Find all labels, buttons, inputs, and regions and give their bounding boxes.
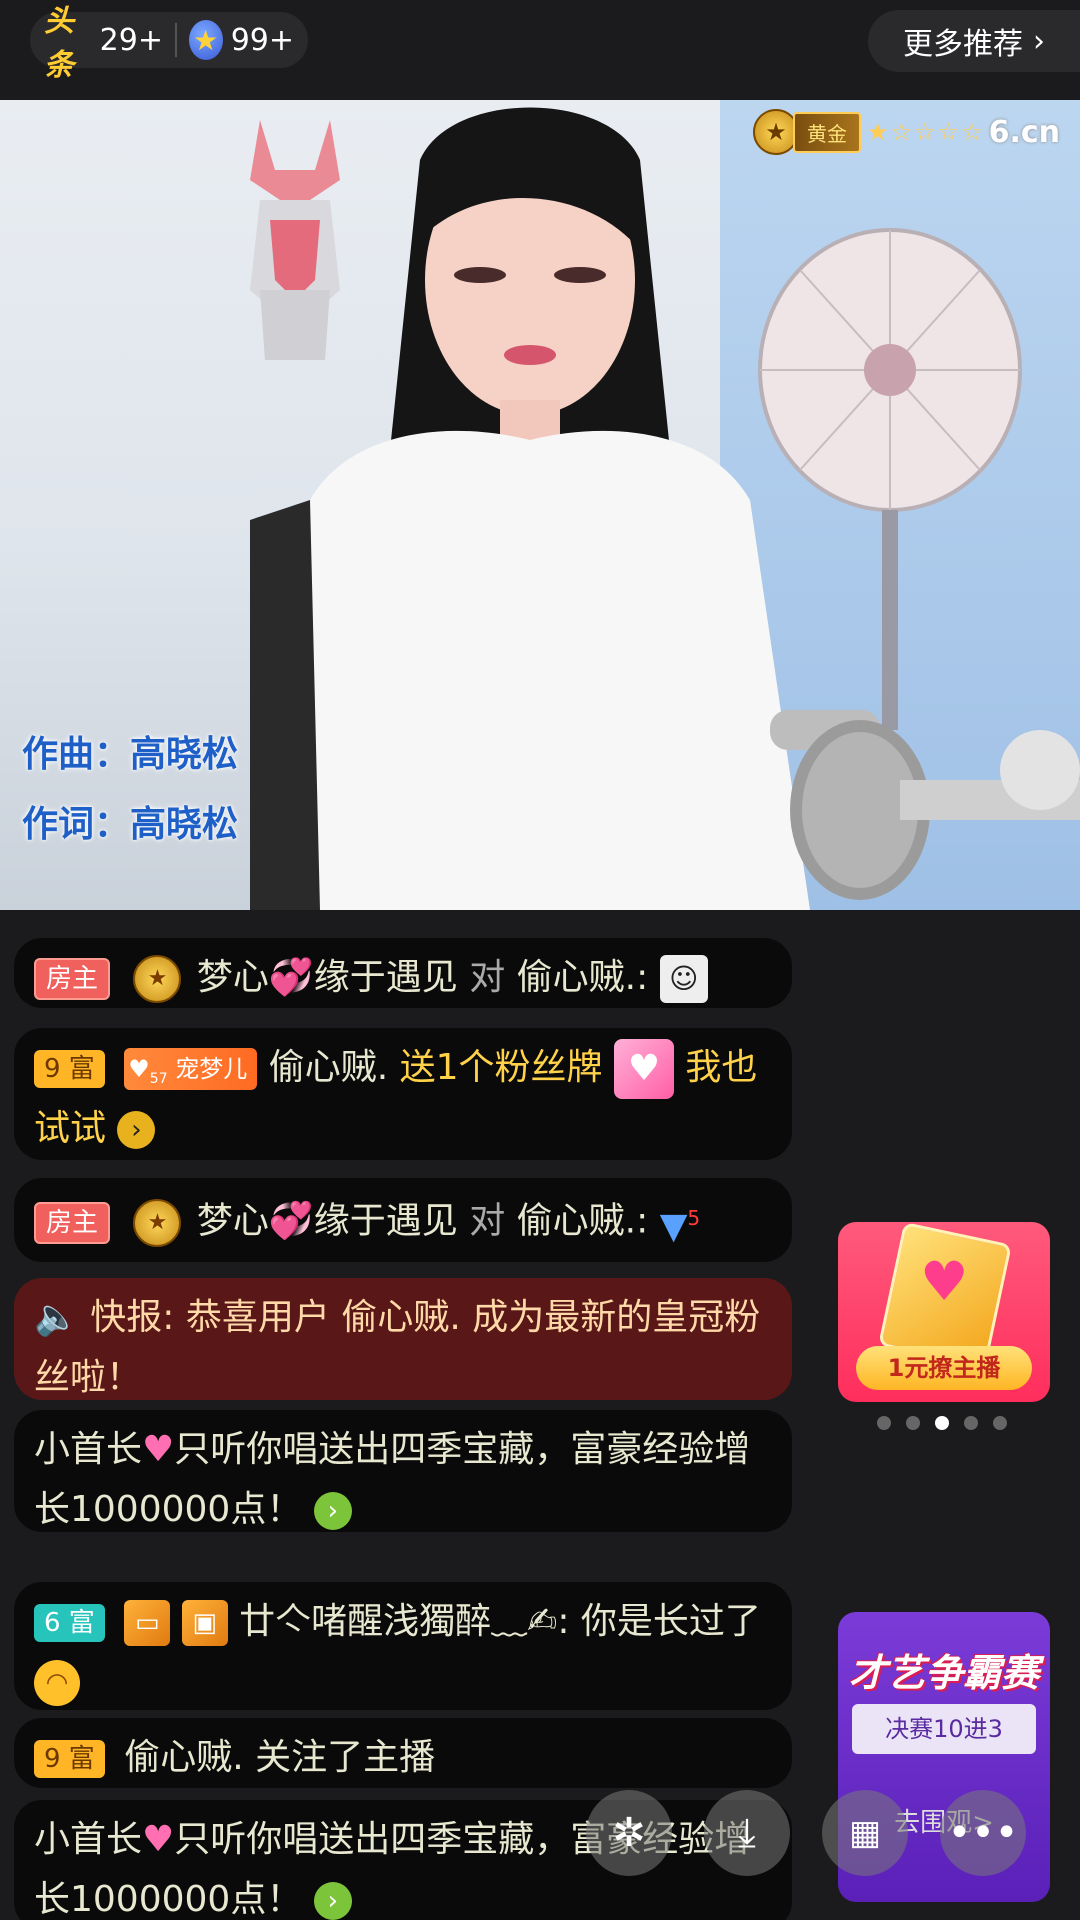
contest-title: 才艺争霸赛 [848,1651,1039,1695]
verb: 对 [469,1200,506,1242]
dance-icon-button[interactable]: ✲ [586,1790,672,1876]
rich-level-tag: 6 富 [34,1604,105,1642]
chat-message: 9 富 偷心贼. 关注了主播 [14,1718,792,1788]
heart-icon: ♥ [128,1055,150,1083]
level-stars: ★☆☆☆☆ [867,118,985,146]
carousel-dots[interactable] [877,1416,1007,1430]
sender-name[interactable]: 梦心💞缘于遇见 [197,1201,458,1242]
verb: 对 [469,957,506,998]
grid-icon: ▦ [848,1813,882,1853]
stats-pill[interactable]: 头条 29+ ★ 99+ [30,4,308,83]
sender-name[interactable]: 小首长 [34,1429,142,1470]
target-name[interactable]: 偷心贼.: [517,1201,649,1242]
sender-name[interactable]: 偷心贼. [124,1737,243,1778]
top-bar: 头条 29+ ★ 99+ 更多推荐 › [0,0,1080,100]
message-text: 关注了主播 [255,1737,436,1778]
user-card-icon: ▣ [181,1600,228,1646]
more-dots-icon: ••• [947,1810,1019,1856]
star-icon: ★ [188,20,223,60]
headline-count: 29+ [99,22,163,58]
yawn-emoji-icon: ◠ [34,1660,80,1706]
download-icon: ⤓ [738,1810,756,1856]
alert-prefix: 快报: [90,1297,175,1338]
chat-message: 小首长♥只听你唱送出四季宝藏，富豪经验增长1000000点！ › [14,1410,792,1532]
more-recommend-label: 更多推荐 [903,27,1023,62]
lyric-writer: 作词：高晓松 [22,804,239,845]
carousel-dot[interactable] [877,1416,891,1430]
promo-label: 1元撩主播 [856,1346,1032,1390]
broadcast-alert: 🔈 快报: 恭喜用户 偷心贼. 成为最新的皇冠粉丝啦！ [14,1278,792,1400]
lyric-composer: 作曲：高晓松 [22,734,239,775]
host-tag: 房主 [34,1201,111,1244]
gold-bar-icon: ▭ [124,1600,171,1646]
heart-icon: ♥ [142,1819,175,1860]
contest-subtitle: 决赛10进3 [852,1704,1036,1754]
go-arrow-icon[interactable]: › [313,1492,352,1530]
dance-icon: ✲ [612,1810,646,1856]
promo-banner[interactable]: ♥ 1元撩主播 [838,1222,1050,1402]
host-tag: 房主 [34,958,111,1000]
chat-message: 房主 ★ 梦心💞缘于遇见 对 偷心贼.: ☺ [14,938,792,1008]
star-count: 99+ [230,22,294,58]
fan-card-gift-icon: ♥ [613,1039,674,1099]
sender-name[interactable]: 廿亽啫醒浅獨醉﹏✍: [239,1601,569,1642]
sender-name[interactable]: 梦心💞缘于遇见 [197,957,458,998]
site-watermark: 6.cn [988,114,1060,150]
carousel-dot[interactable] [964,1416,978,1430]
chevron-right-icon: › [1033,23,1045,59]
medal-icon: ★ [133,955,182,1003]
go-arrow-icon[interactable]: › [117,1111,156,1149]
carousel-dot[interactable] [906,1416,920,1430]
rich-level-tag: 9 富 [34,1050,105,1088]
heart-icon: ♥ [142,1429,175,1470]
sender-name[interactable]: 小首长 [34,1819,142,1860]
sender-name[interactable]: 偷心贼. [269,1047,388,1088]
message-text: 你是长过了 [580,1601,761,1642]
go-arrow-icon[interactable]: › [313,1882,352,1920]
pet-name: 宠梦儿 [175,1055,248,1083]
medal-icon: ★ [133,1198,182,1247]
chat-message: 9 富 ♥57 宠梦儿 偷心贼. 送1个粉丝牌 ♥ 我也试试 › [14,1028,792,1160]
chat-feed[interactable]: 房主 ★ 梦心💞缘于遇见 对 偷心贼.: ☺ 9 富 ♥57 宠梦儿 偷心贼. … [0,910,800,1920]
heart-icon: ♥ [920,1250,969,1313]
fan-pet-badge: ♥57 宠梦儿 [124,1048,258,1090]
vip-level-icon: ▼5 [659,1206,701,1247]
speaker-icon: 🔈 [34,1297,79,1338]
rich-level-tag: 9 富 [34,1740,105,1778]
pet-level: 57 [149,1070,168,1087]
chat-message: 房主 ★ 梦心💞缘于遇见 对 偷心贼.: ▼5 [14,1178,792,1262]
target-name[interactable]: 偷心贼.: [517,957,649,998]
carousel-dot-active[interactable] [935,1416,949,1430]
carousel-dot[interactable] [993,1416,1007,1430]
divider [174,23,177,57]
more-options-button[interactable]: ••• [940,1790,1026,1876]
chat-message: 小首长♥只听你唱送出四季宝藏，富豪经验增长1000000点！ › [14,1800,792,1920]
headline-logo: 头条 [44,4,74,83]
gift-text: 送1个粉丝牌 [399,1047,603,1088]
target-avatar[interactable]: ☺ [659,955,708,1003]
level-label: 黄金 [793,111,861,153]
download-button[interactable]: ⤓ [704,1790,790,1876]
live-video[interactable]: 作曲：高晓松 作词：高晓松 ★ 黄金 ★☆☆☆☆ 6.cn [0,100,1080,910]
more-recommend-button[interactable]: 更多推荐 › [868,10,1080,72]
anchor-level-badge: ★ 黄金 ★☆☆☆☆ 6.cn [753,109,1060,155]
grid-menu-button[interactable]: ▦ [822,1790,908,1876]
microphone [770,710,1080,900]
chat-message: 6 富 ▭ ▣ 廿亽啫醒浅獨醉﹏✍: 你是长过了 ◠ [14,1582,792,1710]
